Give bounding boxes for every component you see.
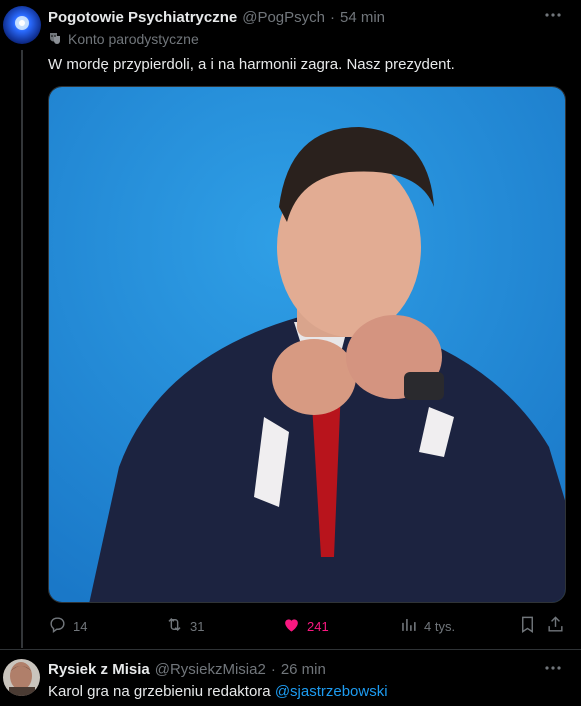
theater-masks-icon — [48, 31, 62, 48]
parody-text: Konto parodystyczne — [68, 31, 199, 47]
avatar[interactable] — [3, 6, 41, 44]
tweet-actions: 14 31 241 4 tys. — [48, 614, 568, 638]
author-handle[interactable]: @RysiekzMisia2 — [155, 661, 266, 678]
like-count: 241 — [307, 618, 329, 634]
tweet-header: Rysiek z Misia @RysiekzMisia2 · 26 min — [48, 659, 326, 679]
share-button[interactable] — [546, 614, 565, 638]
more-options-icon[interactable] — [543, 6, 563, 24]
like-button[interactable]: 241 — [282, 614, 329, 638]
tweet-text-body: Karol gra na grzebieniu redaktora — [48, 683, 275, 700]
views-count: 4 tys. — [424, 618, 456, 634]
bookmark-button[interactable] — [518, 614, 537, 638]
timestamp[interactable]: 54 min — [340, 9, 385, 26]
heart-filled-icon — [282, 615, 301, 637]
repost-button[interactable]: 31 — [165, 614, 204, 638]
reply-button[interactable]: 14 — [48, 614, 87, 638]
tweet-text: W mordę przypierdoli, a i na harmonii za… — [48, 56, 455, 73]
author-name[interactable]: Pogotowie Psychiatryczne — [48, 9, 237, 26]
repost-icon — [165, 615, 184, 637]
share-icon — [546, 615, 565, 637]
tweet-header: Pogotowie Psychiatryczne @PogPsych · 54 … — [48, 7, 385, 27]
author-name[interactable]: Rysiek z Misia — [48, 661, 150, 678]
bar-chart-icon — [399, 615, 418, 637]
separator: · — [330, 8, 335, 26]
timestamp[interactable]: 26 min — [281, 661, 326, 678]
views-button[interactable]: 4 tys. — [399, 614, 455, 638]
video-thumbnail[interactable] — [48, 86, 566, 603]
more-options-icon[interactable] — [543, 659, 563, 677]
repost-count: 31 — [190, 618, 205, 634]
bookmark-icon — [518, 615, 537, 637]
reply-count: 14 — [73, 618, 88, 634]
separator: · — [270, 660, 276, 678]
mention-link[interactable]: @sjastrzebowski — [275, 683, 388, 700]
thread-line — [21, 50, 23, 648]
tweet-text: Karol gra na grzebieniu redaktora @sjast… — [48, 682, 388, 702]
avatar[interactable] — [3, 659, 40, 696]
parody-label: Konto parodystyczne — [48, 30, 199, 48]
reply-icon — [48, 615, 67, 637]
author-handle[interactable]: @PogPsych — [242, 9, 325, 26]
